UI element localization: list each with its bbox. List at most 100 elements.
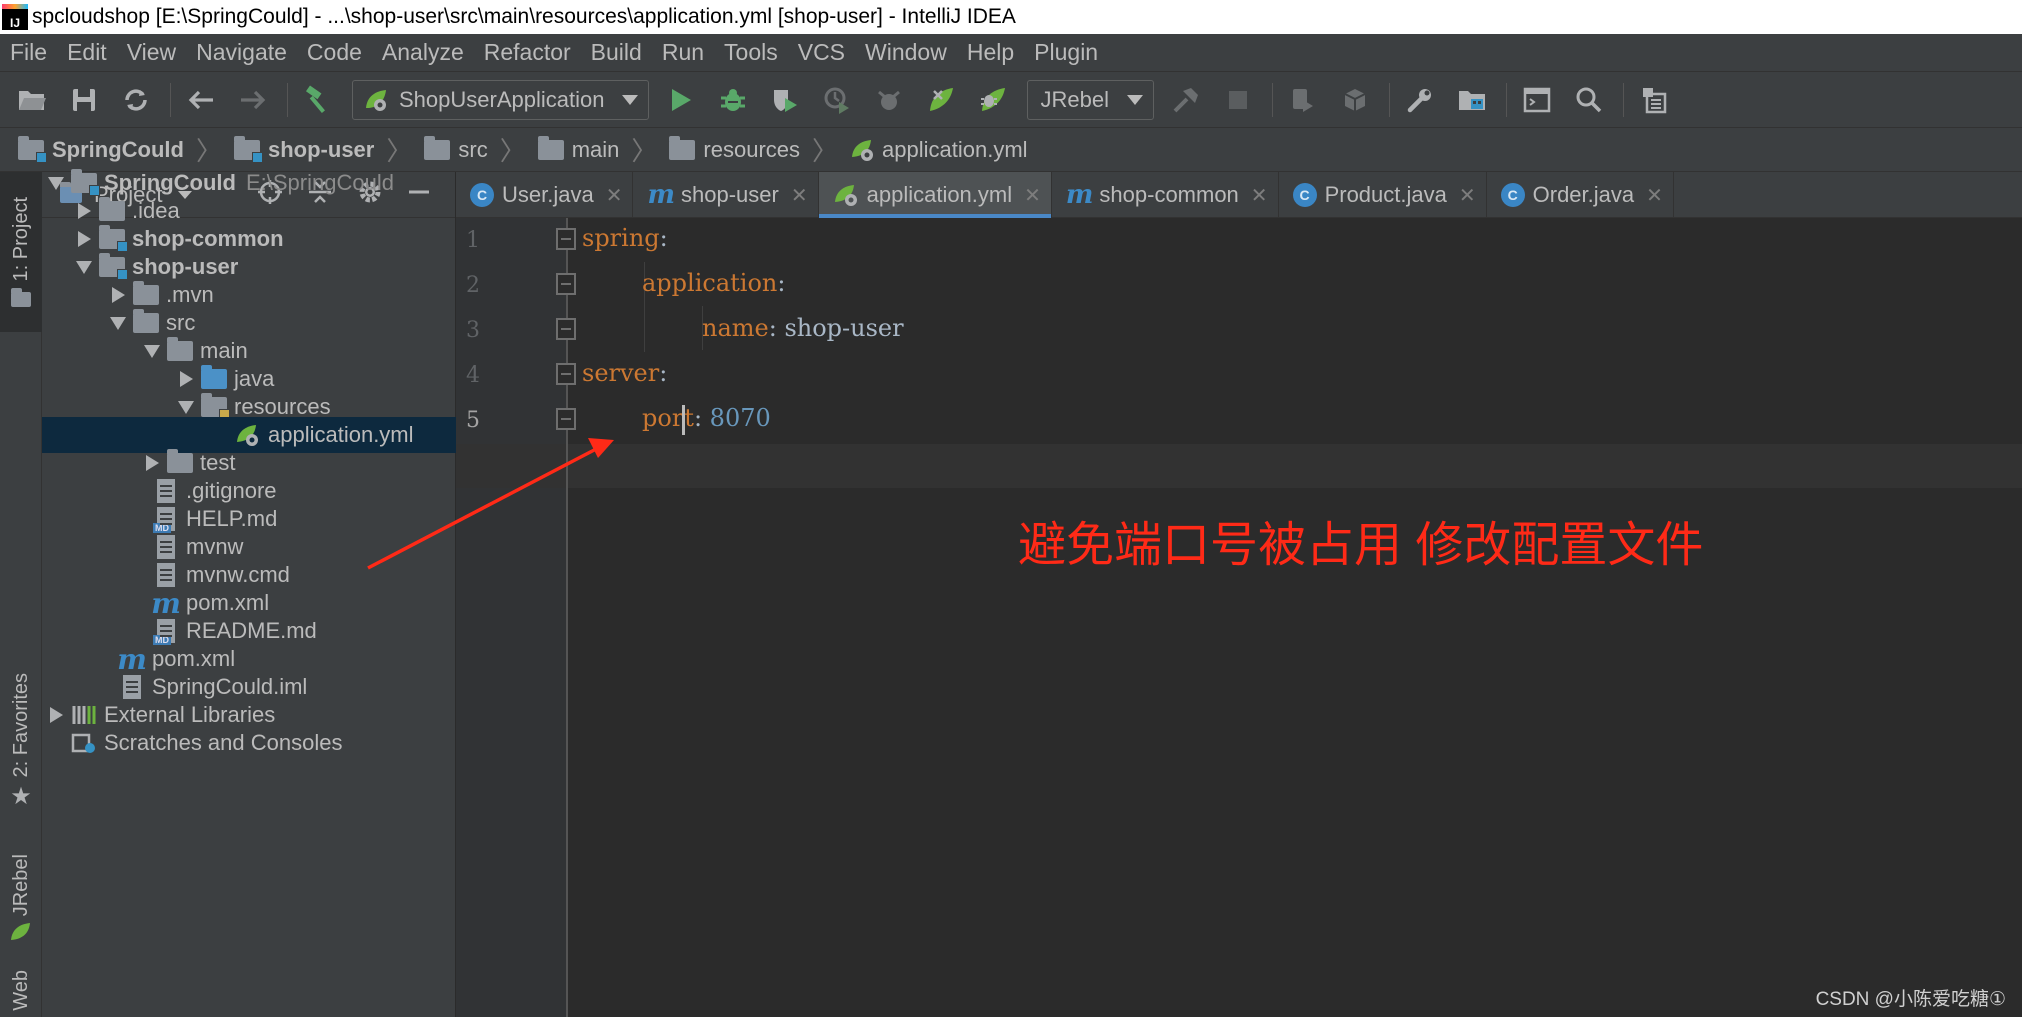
back-arrow-icon[interactable] <box>183 82 219 118</box>
save-icon[interactable] <box>66 82 102 118</box>
spring-yml-icon <box>834 185 857 206</box>
tab-application-yml[interactable]: application.yml ✕ <box>818 172 1052 218</box>
menu-file[interactable]: File <box>10 39 47 66</box>
folder-icon <box>11 287 31 307</box>
menu-refactor[interactable]: Refactor <box>484 39 571 66</box>
jrebel-config-select[interactable]: JRebel <box>1027 79 1154 120</box>
breadcrumb-label: main <box>571 136 620 162</box>
menu-code[interactable]: Code <box>307 39 362 66</box>
code-line-2: application: <box>642 269 785 297</box>
fold-marker-icon[interactable] <box>556 318 576 340</box>
line-number: 5 <box>466 408 480 433</box>
jrebel-icon <box>11 923 30 941</box>
current-line-highlight <box>456 444 2022 488</box>
yaml-key: name <box>702 314 769 342</box>
yaml-key: t <box>684 404 694 432</box>
fold-marker-icon[interactable] <box>556 228 576 250</box>
menu-tools[interactable]: Tools <box>724 39 778 66</box>
profiler-icon[interactable] <box>819 82 855 118</box>
yaml-separator: : <box>659 224 668 252</box>
menu-view[interactable]: View <box>127 39 176 66</box>
stop-icon[interactable] <box>1220 82 1256 118</box>
line-number: 1 <box>466 228 480 253</box>
code-line-1: spring: <box>582 224 668 252</box>
menu-build[interactable]: Build <box>591 39 642 66</box>
tab-shop-common[interactable]: m shop-common ✕ <box>1052 172 1279 218</box>
menu-run[interactable]: Run <box>662 39 704 66</box>
tab-user-java[interactable]: C User.java ✕ <box>456 172 634 218</box>
package-icon[interactable] <box>1337 82 1373 118</box>
yaml-separator: : <box>693 404 710 432</box>
tab-product-java[interactable]: C Product.java ✕ <box>1279 172 1487 218</box>
tool-window-project[interactable]: 1: Project <box>0 172 42 332</box>
menu-vcs[interactable]: VCS <box>798 39 845 66</box>
breadcrumb-item-resources[interactable]: resources 〉 <box>669 131 850 168</box>
yaml-key: application <box>642 269 778 297</box>
toolbar-separator <box>1505 82 1507 117</box>
fold-marker-icon[interactable] <box>556 363 576 385</box>
close-icon[interactable]: ✕ <box>791 183 808 208</box>
fold-marker-icon[interactable] <box>556 273 576 295</box>
tab-shop-user[interactable]: m shop-user ✕ <box>633 172 819 218</box>
tab-order-java[interactable]: C Order.java ✕ <box>1487 172 1674 218</box>
tree-item-scratches[interactable]: Scratches and Consoles <box>42 725 456 761</box>
tool-window-jrebel-label: JRebel <box>9 853 32 917</box>
breadcrumb-item-shop-user[interactable]: shop-user 〉 <box>234 131 424 168</box>
toolbar-separator <box>1271 82 1273 117</box>
title-bar: IJ spcloudshop [E:\SpringCould] - ...\sh… <box>0 0 2022 34</box>
run-configuration-select[interactable]: ShopUserApplication <box>352 79 650 120</box>
star-icon: ★ <box>10 782 32 810</box>
tool-window-favorites-label: 2: Favorites <box>9 673 32 778</box>
maven-icon: m <box>647 180 675 210</box>
folder-icon <box>537 135 564 160</box>
menu-navigate[interactable]: Navigate <box>196 39 287 66</box>
debug-bug-icon[interactable] <box>715 82 751 118</box>
menu-window[interactable]: Window <box>865 39 947 66</box>
tool-window-web[interactable]: Web <box>0 964 42 1017</box>
breadcrumb-label: shop-user <box>268 136 375 162</box>
jrebel-run-icon[interactable] <box>923 82 959 118</box>
spring-boot-icon <box>366 89 386 111</box>
fold-marker-icon[interactable] <box>556 408 576 430</box>
code-editor[interactable]: 1 2 3 4 5 spring: application: name: sho… <box>456 218 2022 1017</box>
search-icon[interactable] <box>1571 82 1607 118</box>
run-icon[interactable] <box>663 82 699 118</box>
close-icon[interactable]: ✕ <box>1459 183 1476 208</box>
yaml-value: 8070 <box>709 404 771 432</box>
yaml-key: por <box>642 404 684 432</box>
run-hammer-icon[interactable] <box>1168 82 1204 118</box>
breadcrumb-item-src[interactable]: src 〉 <box>424 131 537 168</box>
line-number: 3 <box>466 318 480 343</box>
open-folder-icon[interactable] <box>14 82 50 118</box>
presentation-mode-icon[interactable] <box>1636 82 1672 118</box>
sync-icon[interactable] <box>118 82 154 118</box>
tab-label: Product.java <box>1324 182 1447 207</box>
build-hammer-icon[interactable] <box>300 82 336 118</box>
run-with-coverage-icon[interactable] <box>767 82 803 118</box>
menu-plugin[interactable]: Plugin <box>1034 39 1098 66</box>
breadcrumb-item-springcould[interactable]: SpringCould 〉 <box>18 131 234 168</box>
terminal-icon[interactable] <box>1519 82 1555 118</box>
tool-window-jrebel[interactable]: JRebel <box>0 844 42 954</box>
project-structure-icon[interactable] <box>1454 82 1490 118</box>
close-icon[interactable]: ✕ <box>1024 183 1041 208</box>
toolbar-separator <box>1622 82 1624 117</box>
menu-analyze[interactable]: Analyze <box>382 39 464 66</box>
breadcrumb-item-main[interactable]: main 〉 <box>537 131 670 168</box>
close-icon[interactable]: ✕ <box>1251 183 1268 208</box>
menu-help[interactable]: Help <box>967 39 1014 66</box>
breadcrumb-item-application-yml[interactable]: application.yml <box>850 137 1028 163</box>
tool-window-favorites[interactable]: 2: Favorites ★ <box>0 662 42 822</box>
close-icon[interactable]: ✕ <box>1646 183 1663 208</box>
watermark: CSDN @小陈爱吃糖① <box>1815 989 2006 1010</box>
class-icon: C <box>1292 183 1317 207</box>
forward-arrow-icon[interactable] <box>235 82 271 118</box>
menu-edit[interactable]: Edit <box>67 39 107 66</box>
code-line-4: server: <box>582 359 667 387</box>
yaml-key: spring <box>582 224 660 252</box>
settings-wrench-icon[interactable] <box>1402 82 1438 118</box>
device-update-icon[interactable] <box>1285 82 1321 118</box>
jrebel-debug-icon[interactable] <box>975 82 1011 118</box>
attach-debugger-icon[interactable] <box>871 82 907 118</box>
close-icon[interactable]: ✕ <box>606 183 623 208</box>
